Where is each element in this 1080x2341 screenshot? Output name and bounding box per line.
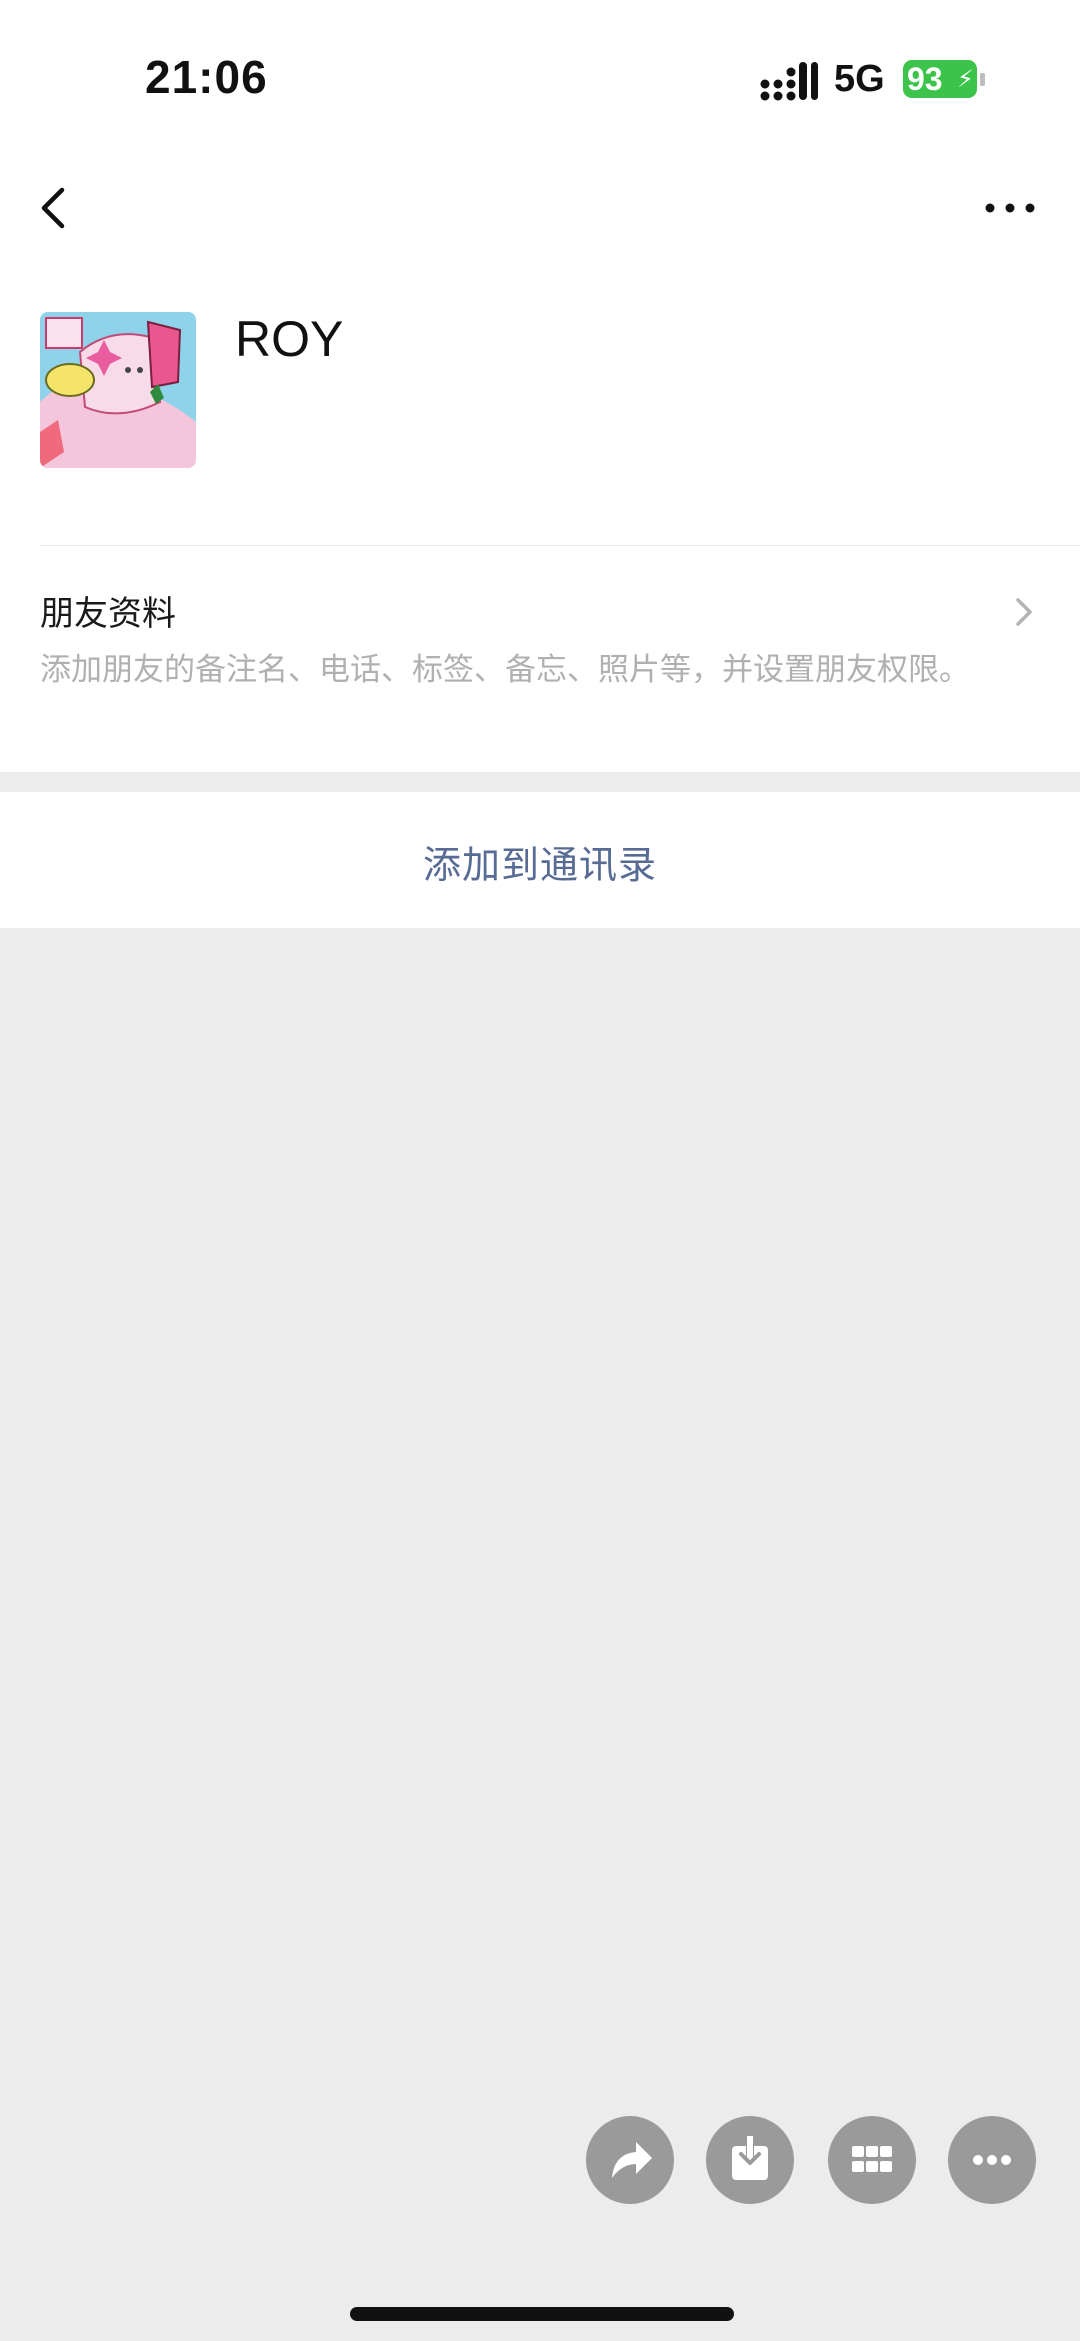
nav-bar [0, 150, 1080, 270]
add-to-contacts-button[interactable]: 添加到通讯录 [0, 792, 1080, 928]
friend-info-title: 朋友资料 [40, 594, 176, 634]
avatar[interactable] [40, 312, 196, 468]
save-download-icon [732, 2136, 768, 2180]
profile-name: ROY [235, 311, 344, 367]
add-to-contacts-label: 添加到通讯录 [422, 843, 657, 887]
share-icon [612, 2142, 652, 2178]
battery-icon: 93 ⚡ [903, 60, 987, 98]
battery-cap [980, 73, 985, 86]
ellipsis-icon [985, 203, 1035, 213]
more-actions-button[interactable] [948, 2116, 1036, 2204]
more-button[interactable] [980, 178, 1040, 238]
more-icon [973, 2155, 1011, 2165]
battery-level: 93 [907, 61, 943, 97]
cartoon-avatar-image [40, 312, 196, 468]
chevron-left-icon [41, 187, 65, 229]
battery-body: 93 ⚡ [903, 60, 977, 98]
back-button[interactable] [30, 168, 80, 248]
status-bar: 21:06 5G 93 ⚡ [0, 0, 1080, 150]
grid-button[interactable] [828, 2116, 916, 2204]
signal-icon [760, 62, 818, 101]
profile-section: ROY [0, 270, 1080, 546]
friend-info-row[interactable]: 朋友资料 添加朋友的备注名、电话、标签、备忘、照片等，并设置朋友权限。 [0, 546, 1080, 772]
charging-bolt-icon: ⚡ [957, 65, 974, 93]
status-time: 21:06 [145, 51, 268, 103]
home-indicator[interactable] [350, 2307, 734, 2321]
save-button[interactable] [706, 2116, 794, 2204]
chevron-right-icon [1016, 598, 1032, 626]
grid-icon [852, 2146, 892, 2172]
network-label: 5G [834, 58, 885, 100]
friend-info-description: 添加朋友的备注名、电话、标签、备忘、照片等，并设置朋友权限。 [40, 652, 970, 688]
screen: 21:06 5G 93 ⚡ ROY 朋友资料 添加朋友的备注名、电话、标签、备忘… [0, 0, 1080, 2341]
share-button[interactable] [586, 2116, 674, 2204]
